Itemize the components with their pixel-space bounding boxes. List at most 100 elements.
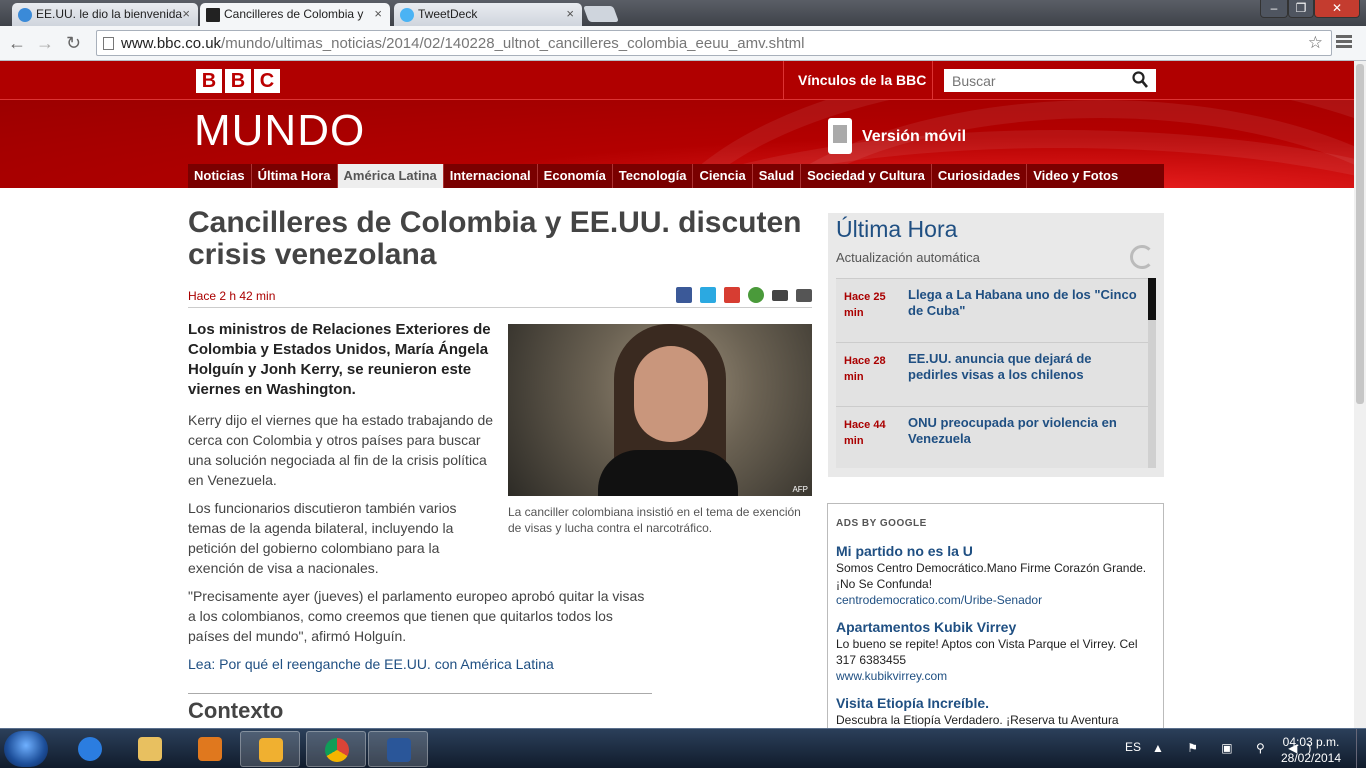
- tab-eeuu-bienvenida[interactable]: EE.UU. le dio la bienvenida ×: [12, 3, 198, 26]
- tab-title: Cancilleres de Colombia y: [224, 7, 364, 21]
- divider: [188, 693, 652, 694]
- nav-america-latina[interactable]: América Latina: [337, 164, 444, 188]
- nav-video-fotos[interactable]: Video y Fotos: [1027, 164, 1124, 188]
- scrollbar-thumb[interactable]: [1356, 64, 1364, 404]
- media-player-icon[interactable]: [180, 731, 240, 767]
- close-tab-icon[interactable]: ×: [566, 6, 574, 21]
- nav-tecnologia[interactable]: Tecnología: [613, 164, 694, 188]
- tweetdeck-favicon-icon: [18, 8, 32, 22]
- tab-title: EE.UU. le dio la bienvenida: [36, 7, 183, 21]
- bbc-logo[interactable]: B B C: [196, 69, 280, 93]
- article-timestamp: Hace 2 h 42 min: [188, 289, 276, 303]
- item-time: Hace 25 min: [844, 291, 886, 319]
- twitter-icon[interactable]: [700, 287, 716, 303]
- article-paragraph: Los funcionarios discutieron también var…: [188, 500, 457, 576]
- ads-label[interactable]: ADS BY GOOGLE: [836, 518, 927, 529]
- tab-cancilleres[interactable]: Cancilleres de Colombia y ×: [200, 3, 390, 27]
- close-tab-icon[interactable]: ×: [182, 6, 190, 21]
- bookmark-star-icon[interactable]: ☆: [1308, 33, 1323, 53]
- back-button[interactable]: ←: [8, 33, 26, 54]
- divider: [932, 61, 933, 100]
- bbc-top-bar: B B C Vínculos de la BBC: [0, 61, 1354, 100]
- nav-ultima-hora[interactable]: Última Hora: [252, 164, 338, 188]
- maximize-button[interactable]: ❐: [1288, 0, 1314, 18]
- share-bar: [676, 287, 812, 303]
- browser-tab-strip: EE.UU. le dio la bienvenida × Cancillere…: [0, 0, 1366, 27]
- new-tab-button[interactable]: [583, 6, 619, 22]
- windows-taskbar: ES ▲ ⚑ ▣ ⚲ ◀) 04:03 p.m. 28/02/2014: [0, 728, 1366, 768]
- page-icon: [103, 37, 114, 50]
- email-icon[interactable]: [772, 290, 788, 301]
- ad-description: Descubra la Etiopía Verdadero. ¡Reserva …: [836, 713, 1119, 727]
- googleplus-icon[interactable]: [724, 287, 740, 303]
- article-photo[interactable]: AFP: [508, 324, 812, 496]
- reload-button[interactable]: ↻: [66, 33, 81, 54]
- photo-credit: AFP: [792, 485, 808, 494]
- nav-internacional[interactable]: Internacional: [444, 164, 538, 188]
- ad-item[interactable]: Apartamentos Kubik Virrey Lo bueno se re…: [836, 618, 1156, 684]
- ultima-hora-list: Hace 25 min Llega a La Habana uno de los…: [836, 278, 1148, 468]
- start-button[interactable]: [4, 731, 48, 767]
- print-icon[interactable]: [796, 289, 812, 302]
- ad-title[interactable]: Mi partido no es la U: [836, 542, 1156, 560]
- clock[interactable]: 04:03 p.m. 28/02/2014: [1276, 734, 1346, 766]
- divider: [783, 61, 784, 100]
- ad-url[interactable]: www.kubikvirrey.com: [836, 668, 1156, 684]
- tab-tweetdeck[interactable]: TweetDeck ×: [394, 3, 582, 26]
- ad-title[interactable]: Visita Etiopía Increíble.: [836, 694, 1156, 712]
- context-heading: Contexto: [188, 698, 284, 723]
- nav-noticias[interactable]: Noticias: [188, 164, 252, 188]
- ad-title[interactable]: Apartamentos Kubik Virrey: [836, 618, 1156, 636]
- chrome-icon[interactable]: [306, 731, 366, 767]
- list-item[interactable]: Hace 25 min Llega a La Habana uno de los…: [836, 278, 1148, 342]
- ultima-hora-title[interactable]: Última Hora: [836, 216, 957, 243]
- url-host: www.bbc.co.uk: [121, 35, 222, 52]
- mobile-phone-icon[interactable]: [828, 118, 852, 154]
- file-explorer-icon[interactable]: [120, 731, 180, 767]
- bbc-links-link[interactable]: Vínculos de la BBC: [798, 72, 926, 88]
- share-icon[interactable]: [748, 287, 764, 303]
- facebook-icon[interactable]: [676, 287, 692, 303]
- page-scrollbar[interactable]: [1354, 61, 1366, 728]
- url-path: /mundo/ultimas_noticias/2014/02/140228_u…: [221, 35, 805, 52]
- item-headline[interactable]: ONU preocupada por violencia en Venezuel…: [908, 415, 1138, 447]
- show-desktop-button[interactable]: [1356, 729, 1366, 768]
- ultima-hora-subtitle: Actualización automática: [836, 250, 980, 265]
- item-headline[interactable]: Llega a La Habana uno de los "Cinco de C…: [908, 287, 1138, 319]
- photo-caption: La canciller colombiana insistió en el t…: [508, 505, 801, 535]
- mundo-logo[interactable]: MUNDO: [194, 106, 365, 156]
- ultima-hora-widget: Última Hora Actualización automática Hac…: [828, 213, 1164, 477]
- nav-ciencia[interactable]: Ciencia: [693, 164, 753, 188]
- page-viewport: B B C Vínculos de la BBC MUNDO Versión m…: [0, 61, 1354, 728]
- ad-item[interactable]: Mi partido no es la U Somos Centro Democ…: [836, 542, 1156, 608]
- internet-explorer-icon[interactable]: [60, 731, 120, 767]
- section-nav: Noticias Última Hora América Latina Inte…: [188, 164, 1164, 188]
- list-item[interactable]: Hace 28 min EE.UU. anuncia que dejará de…: [836, 342, 1148, 406]
- chrome-menu-icon[interactable]: [1336, 35, 1352, 50]
- minimize-button[interactable]: –: [1260, 0, 1288, 18]
- search-icon[interactable]: [1132, 71, 1148, 89]
- search-input[interactable]: [944, 69, 1156, 92]
- ad-url[interactable]: centrodemocratico.com/Uribe-Senador: [836, 592, 1156, 608]
- ad-item[interactable]: Visita Etiopía Increíble. Descubra la Et…: [836, 694, 1156, 728]
- address-bar[interactable]: www.bbc.co.uk/mundo/ultimas_noticias/201…: [96, 30, 1332, 56]
- related-article-link[interactable]: Lea: Por qué el reenganche de EE.UU. con…: [188, 656, 554, 672]
- close-tab-icon[interactable]: ×: [374, 6, 382, 21]
- nav-economia[interactable]: Economía: [538, 164, 613, 188]
- twitter-favicon-icon: [400, 8, 414, 22]
- forward-button[interactable]: →: [36, 33, 54, 54]
- nav-curiosidades[interactable]: Curiosidades: [932, 164, 1028, 188]
- ultima-hora-scrollbar[interactable]: [1148, 278, 1156, 468]
- nav-sociedad-cultura[interactable]: Sociedad y Cultura: [801, 164, 932, 188]
- refresh-icon[interactable]: [1130, 245, 1154, 269]
- article-headline: Cancilleres de Colombia y EE.UU. discute…: [188, 206, 802, 271]
- outlook-icon[interactable]: [240, 731, 300, 767]
- tab-title: TweetDeck: [418, 7, 478, 21]
- mobile-version-link[interactable]: Versión móvil: [862, 128, 966, 146]
- list-item[interactable]: Hace 44 min ONU preocupada por violencia…: [836, 406, 1148, 470]
- item-headline[interactable]: EE.UU. anuncia que dejará de pedirles vi…: [908, 351, 1138, 383]
- language-indicator[interactable]: ES: [1125, 740, 1141, 754]
- nav-salud[interactable]: Salud: [753, 164, 802, 188]
- close-window-button[interactable]: ✕: [1314, 0, 1360, 18]
- word-icon[interactable]: [368, 731, 428, 767]
